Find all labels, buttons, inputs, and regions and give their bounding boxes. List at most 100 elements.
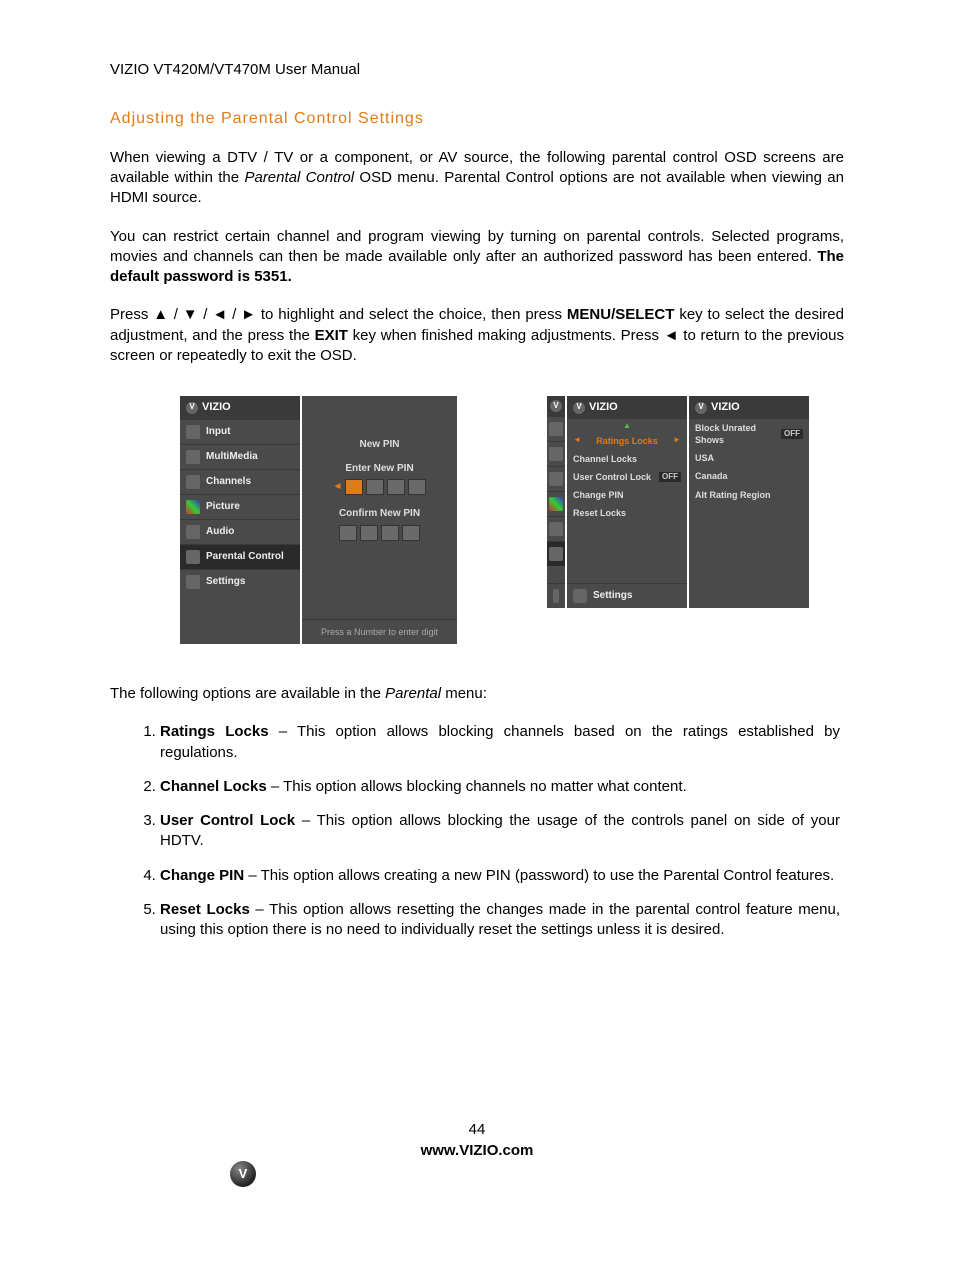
text: Press — [110, 306, 153, 323]
picture-icon — [186, 500, 200, 514]
strip-picture[interactable] — [547, 491, 565, 516]
paragraph-2: You can restrict certain channel and pro… — [110, 227, 844, 288]
rat-alt-region[interactable]: Alt Rating Region — [689, 486, 809, 504]
strip-multimedia[interactable] — [547, 441, 565, 466]
multimedia-icon — [186, 450, 200, 464]
label: USA — [695, 452, 714, 464]
osd-item-channels[interactable]: Channels — [180, 469, 300, 494]
left-tri-icon: ◄ — [573, 435, 581, 446]
sub-reset-locks[interactable]: Reset Locks — [567, 504, 687, 522]
label: Parental Control — [206, 550, 284, 564]
label: Audio — [206, 525, 234, 539]
option-reset-locks: Reset Locks – This option allows resetti… — [160, 900, 844, 941]
sub-channel-locks[interactable]: Channel Locks — [567, 450, 687, 468]
up-arrow-icon: ▲ — [567, 419, 687, 432]
label: MultiMedia — [206, 450, 258, 464]
enter-pin-fields[interactable]: ◄ — [333, 479, 427, 495]
label: Alt Rating Region — [695, 489, 771, 501]
vizio-logo-icon: V — [573, 402, 585, 414]
label: Ratings Locks — [596, 435, 658, 447]
sub-user-control-lock[interactable]: User Control LockOFF — [567, 468, 687, 486]
option-change-pin: Change PIN – This option allows creating… — [160, 866, 844, 886]
osd-ratings-submenu: VVIZIO Block Unrated ShowsOFF USA Canada… — [689, 396, 809, 608]
rat-canada[interactable]: Canada — [689, 467, 809, 485]
strip-settings[interactable] — [547, 583, 565, 608]
text-italic: Parental Control — [244, 169, 354, 186]
pin-digit-1[interactable] — [345, 479, 363, 495]
osd-figures: V VIZIO Input MultiMedia Channels Pictur… — [180, 396, 844, 644]
picture-icon — [549, 497, 563, 511]
parental-icon — [549, 547, 563, 561]
settings-icon — [186, 575, 200, 589]
label: Picture — [206, 500, 240, 514]
osd-item-audio[interactable]: Audio — [180, 519, 300, 544]
footer-url: www.VIZIO.com — [110, 1141, 844, 1161]
option-title: Change PIN — [160, 867, 244, 884]
label: Channels — [206, 475, 251, 489]
strip-input[interactable] — [547, 416, 565, 441]
text: The following options are available in t… — [110, 685, 385, 702]
osd-item-multimedia[interactable]: MultiMedia — [180, 444, 300, 469]
label: User Control Lock — [573, 471, 651, 483]
strip-audio[interactable] — [547, 516, 565, 541]
pin-digit-1[interactable] — [339, 525, 357, 541]
option-desc: – This option allows blocking channels n… — [267, 778, 687, 795]
label: Block Unrated Shows — [695, 422, 781, 446]
strip-parental[interactable] — [547, 541, 565, 566]
confirm-pin-label: Confirm New PIN — [339, 507, 420, 521]
input-icon — [549, 422, 563, 436]
paragraph-1: When viewing a DTV / TV or a component, … — [110, 148, 844, 209]
osd-item-settings[interactable]: Settings — [180, 569, 300, 594]
settings-icon — [573, 589, 587, 603]
confirm-pin-fields[interactable] — [339, 525, 420, 541]
osd-figure-submenus: V VVIZIO ▲ ◄Ratings Locks► Channel Locks… — [547, 396, 809, 644]
option-user-control-lock: User Control Lock – This option allows b… — [160, 811, 844, 852]
osd-figure-newpin: V VIZIO Input MultiMedia Channels Pictur… — [180, 396, 457, 644]
brand-text: VIZIO — [202, 400, 231, 415]
sub-change-pin[interactable]: Change PIN — [567, 486, 687, 504]
label: Reset Locks — [573, 507, 626, 519]
options-intro: The following options are available in t… — [110, 684, 844, 704]
page-number: 44 — [110, 1120, 844, 1140]
right-tri-icon: ► — [673, 435, 681, 446]
pin-hint: Press a Number to enter digit — [302, 619, 457, 644]
key-menu: MENU/SELECT — [567, 306, 675, 323]
option-desc: – This option allows creating a new PIN … — [244, 867, 834, 884]
text: key when finished making adjustments. Pr… — [348, 327, 664, 344]
option-ratings-locks: Ratings Locks – This option allows block… — [160, 722, 844, 763]
pin-digit-2[interactable] — [360, 525, 378, 541]
pin-digit-4[interactable] — [408, 479, 426, 495]
input-icon — [186, 425, 200, 439]
channels-icon — [549, 472, 563, 486]
strip-channels[interactable] — [547, 466, 565, 491]
option-desc: – This option allows resetting the chang… — [160, 901, 840, 938]
newpin-title: New PIN — [359, 438, 399, 452]
label: Canada — [695, 470, 728, 482]
pin-digit-2[interactable] — [366, 479, 384, 495]
rat-usa[interactable]: USA — [689, 449, 809, 467]
arrow-left: ◄ — [664, 327, 679, 344]
sub-settings[interactable]: Settings — [567, 583, 687, 608]
pin-digit-3[interactable] — [387, 479, 405, 495]
pin-digit-4[interactable] — [402, 525, 420, 541]
parental-icon — [186, 550, 200, 564]
osd-item-input[interactable]: Input — [180, 419, 300, 444]
osd-main-sidebar: V VIZIO Input MultiMedia Channels Pictur… — [180, 396, 300, 644]
section-title: Adjusting the Parental Control Settings — [110, 108, 844, 130]
brand-text: VIZIO — [711, 400, 740, 415]
osd-brand-small: V — [547, 396, 565, 416]
osd-item-picture[interactable]: Picture — [180, 494, 300, 519]
key-exit: EXIT — [315, 327, 348, 344]
osd-item-parental[interactable]: Parental Control — [180, 544, 300, 569]
left-arrow-icon: ◄ — [333, 480, 343, 494]
label: Change PIN — [573, 489, 624, 501]
rat-block-unrated[interactable]: Block Unrated ShowsOFF — [689, 419, 809, 449]
vizio-logo-icon: V — [550, 400, 562, 412]
text: to highlight and select the choice, then… — [256, 306, 567, 323]
osd-brand: VVIZIO — [567, 396, 687, 419]
label: Settings — [206, 575, 245, 589]
sub-ratings-locks[interactable]: ◄ Ratings Locks ► — [567, 432, 687, 450]
pin-digit-3[interactable] — [381, 525, 399, 541]
option-title: Channel Locks — [160, 778, 267, 795]
enter-pin-label: Enter New PIN — [345, 462, 413, 476]
